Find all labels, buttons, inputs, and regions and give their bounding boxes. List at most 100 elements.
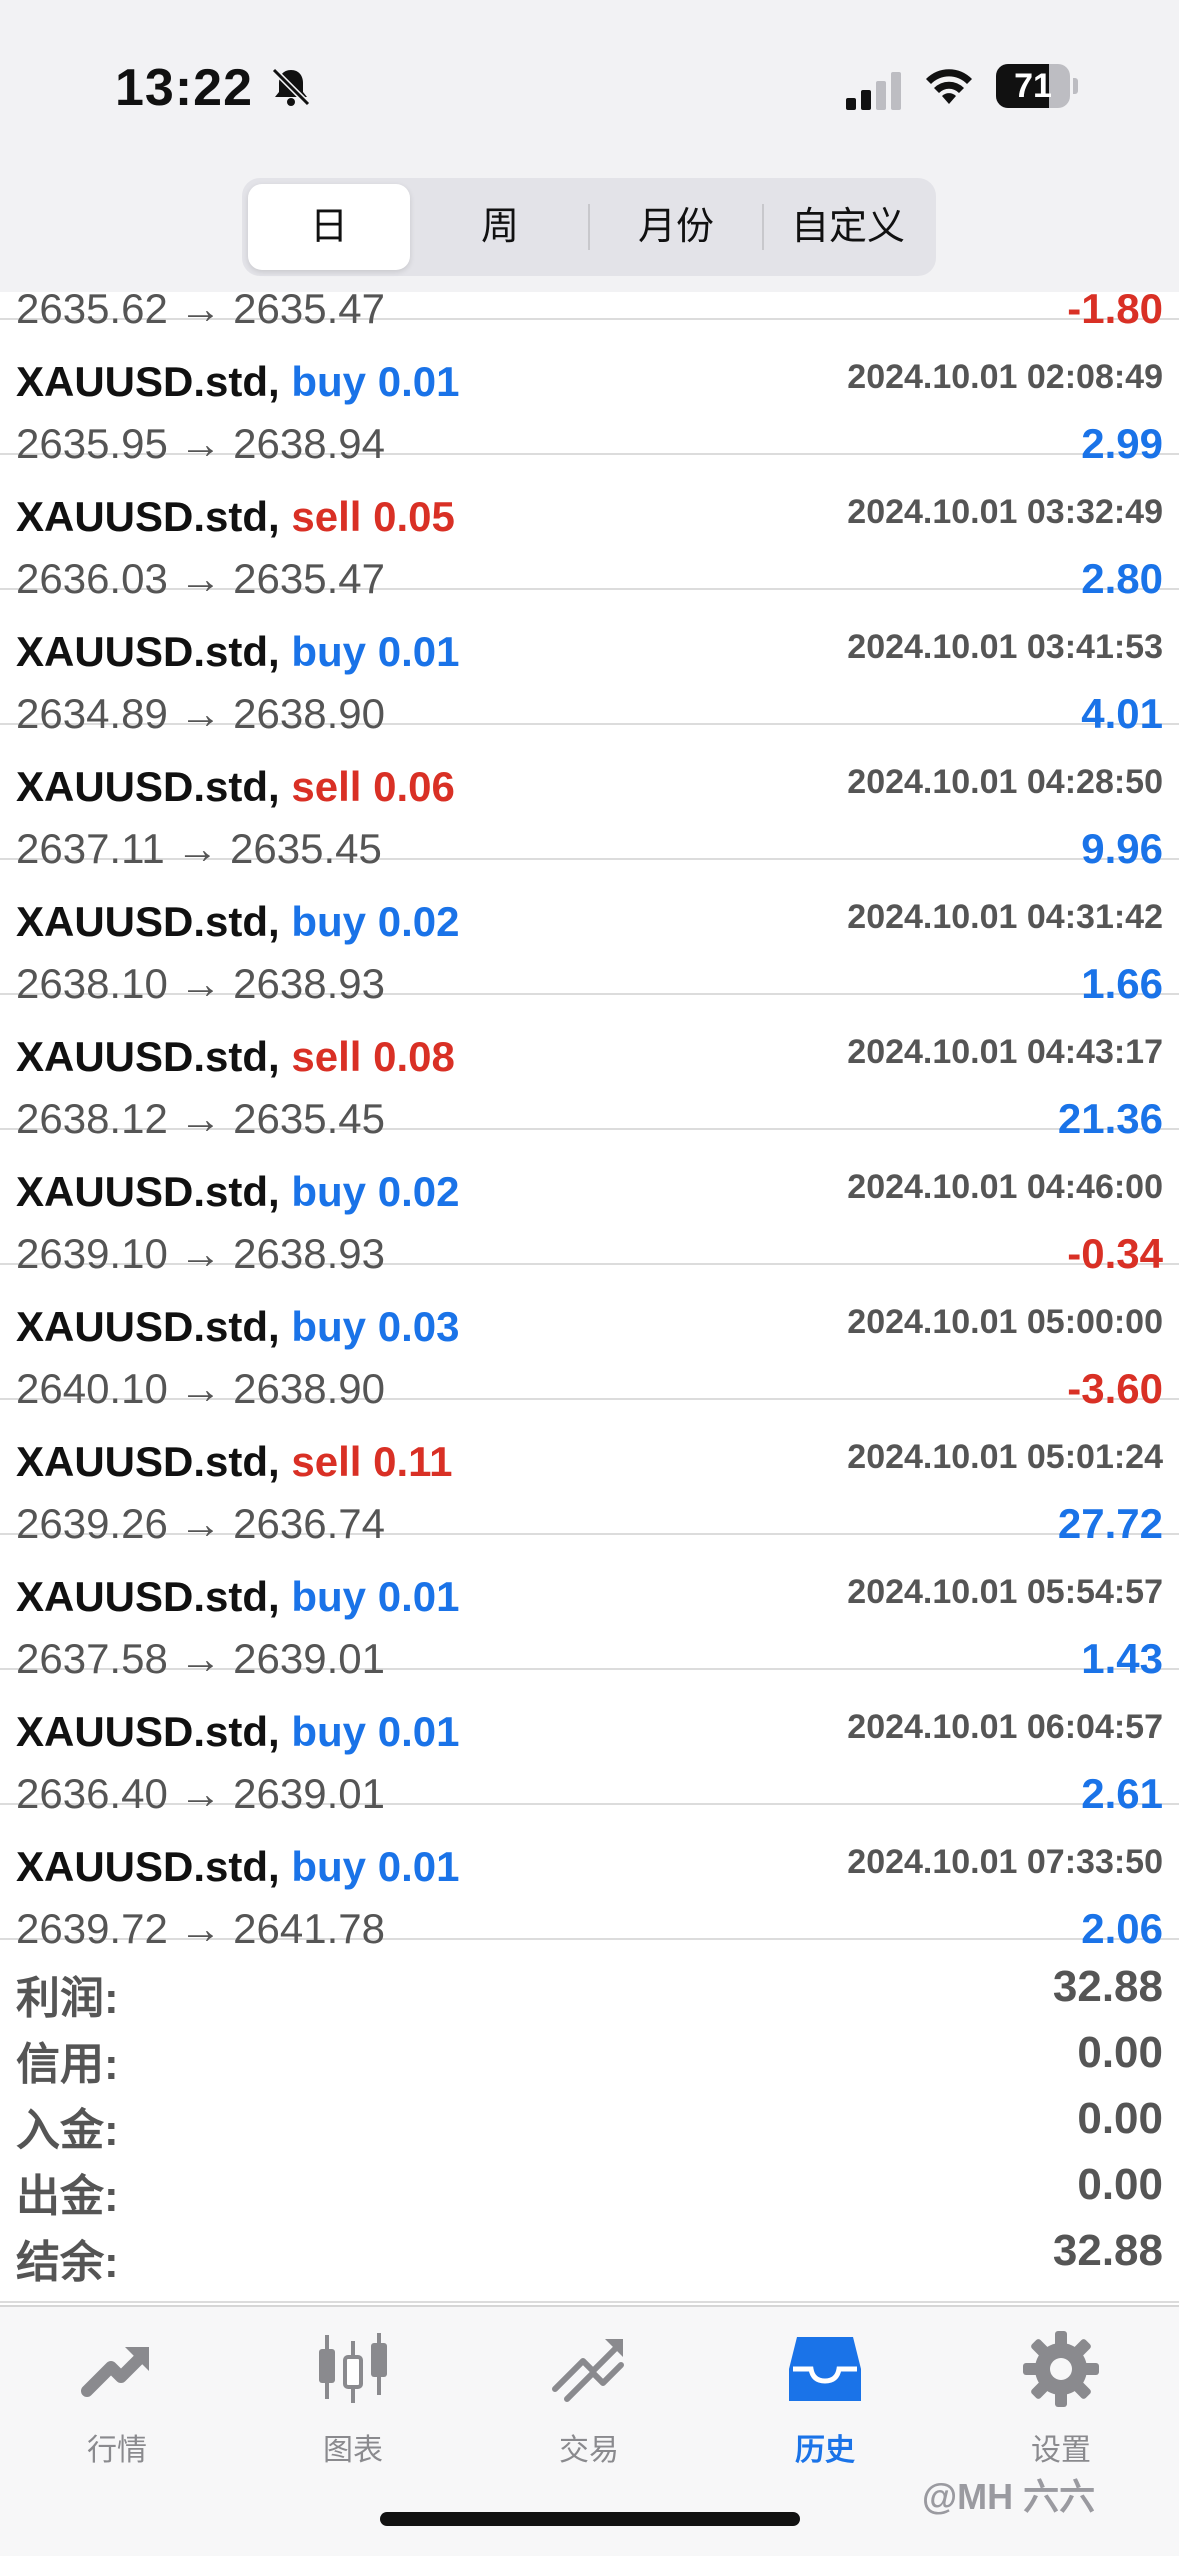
deal-direction: buy 0.02 (291, 1168, 460, 1215)
deal-symbol: XAUUSD.std, (16, 898, 280, 945)
deal-time: 2024.10.01 05:54:57 (847, 1573, 1163, 1611)
deal-direction: buy 0.01 (291, 1573, 460, 1620)
segment-day[interactable]: 日 (248, 184, 410, 270)
top-chrome: 13:22 71 日 周 月份 自定义 (0, 0, 1179, 292)
deal-symbol: XAUUSD.std, (16, 1033, 280, 1080)
list-item[interactable]: XAUUSD.std, sell 0.05 2024.10.01 03:32:4… (0, 455, 1179, 602)
list-item[interactable]: XAUUSD.std, buy 0.02 2024.10.01 04:46:00… (0, 1130, 1179, 1277)
battery-percent: 71 (1014, 67, 1052, 105)
summary-deposit: 入金: 0.00 (0, 2084, 1179, 2155)
deal-direction: buy 0.01 (291, 1843, 460, 1890)
summary-profit: 利润: 32.88 (0, 1952, 1179, 2023)
deal-time: 2024.10.01 04:31:42 (847, 898, 1163, 936)
deal-history-list: 2635.62 → 2635.47 -1.80 XAUUSD.std, buy … (0, 292, 1179, 1948)
tab-label: 交易 (559, 2434, 619, 2467)
deal-profit: 2.06 (1081, 1905, 1163, 1948)
segment-divider (588, 204, 590, 250)
segment-month[interactable]: 月份 (592, 184, 760, 270)
deal-direction: buy 0.01 (291, 358, 460, 405)
deal-time: 2024.10.01 03:32:49 (847, 493, 1163, 531)
battery-indicator: 71 (996, 64, 1078, 108)
chart-icon (319, 2333, 387, 2403)
list-item[interactable]: XAUUSD.std, buy 0.01 2024.10.01 07:33:50… (0, 1805, 1179, 1948)
deal-symbol: XAUUSD.std, (16, 1168, 280, 1215)
list-item[interactable]: XAUUSD.std, sell 0.06 2024.10.01 04:28:5… (0, 725, 1179, 872)
deal-time: 2024.10.01 07:33:50 (847, 1843, 1163, 1881)
watermark: @MH 六六 (922, 2476, 1096, 2517)
quotes-icon (81, 2347, 149, 2397)
tab-label: 历史 (795, 2434, 855, 2467)
summary-withdrawal: 出金: 0.00 (0, 2150, 1179, 2221)
list-item[interactable]: XAUUSD.std, buy 0.02 2024.10.01 04:31:42… (0, 860, 1179, 1007)
tab-settings[interactable]: 设置 (961, 2329, 1161, 2479)
summary-label: 信用: (16, 2040, 119, 2089)
list-item[interactable]: XAUUSD.std, sell 0.11 2024.10.01 05:01:2… (0, 1400, 1179, 1547)
summary-value: 0.00 (1077, 2028, 1163, 2077)
list-item[interactable]: XAUUSD.std, sell 0.08 2024.10.01 04:43:1… (0, 995, 1179, 1142)
deal-symbol: XAUUSD.std, (16, 358, 280, 405)
segment-week[interactable]: 周 (416, 184, 584, 270)
deal-direction: buy 0.02 (291, 898, 460, 945)
signal-icon (846, 72, 901, 110)
deal-symbol: XAUUSD.std, (16, 1708, 280, 1755)
list-item-partial[interactable]: 2635.62 → 2635.47 -1.80 (0, 292, 1179, 332)
trade-icon (552, 2339, 624, 2402)
home-indicator[interactable] (380, 2512, 800, 2526)
deal-direction: sell 0.11 (291, 1438, 453, 1485)
deal-time: 2024.10.01 06:04:57 (847, 1708, 1163, 1746)
status-time: 13:22 (115, 59, 253, 117)
deal-symbol: XAUUSD.std, (16, 1303, 280, 1350)
deal-direction: buy 0.03 (291, 1303, 460, 1350)
segment-divider (762, 204, 764, 250)
deal-symbol: XAUUSD.std, (16, 493, 280, 540)
settings-icon (1023, 2331, 1099, 2407)
list-item[interactable]: XAUUSD.std, buy 0.01 2024.10.01 03:41:53… (0, 590, 1179, 737)
deal-time: 2024.10.01 04:28:50 (847, 763, 1163, 801)
summary-value: 0.00 (1077, 2094, 1163, 2143)
tab-label: 设置 (1031, 2434, 1091, 2467)
bell-off-icon (271, 67, 311, 107)
tab-quotes[interactable]: 行情 (17, 2329, 217, 2479)
deal-time: 2024.10.01 04:46:00 (847, 1168, 1163, 1206)
deal-direction: sell 0.06 (291, 763, 455, 810)
deal-direction: buy 0.01 (291, 628, 460, 675)
summary-credit: 信用: 0.00 (0, 2018, 1179, 2089)
deal-direction: sell 0.05 (291, 493, 455, 540)
segment-custom[interactable]: 自定义 (766, 184, 930, 270)
deal-symbol: XAUUSD.std, (16, 1843, 280, 1890)
list-item[interactable]: XAUUSD.std, buy 0.01 2024.10.01 05:54:57… (0, 1535, 1179, 1682)
deal-time: 2024.10.01 05:00:00 (847, 1303, 1163, 1341)
deal-symbol: XAUUSD.std, (16, 1438, 280, 1485)
wifi-icon (926, 69, 972, 104)
deal-time: 2024.10.01 04:43:17 (847, 1033, 1163, 1071)
summary-panel: 利润: 32.88 信用: 0.00 入金: 0.00 出金: 0.00 结余:… (0, 1948, 1179, 2303)
deal-symbol: XAUUSD.std, (16, 628, 280, 675)
history-icon (789, 2337, 861, 2401)
deal-symbol: XAUUSD.std, (16, 1573, 280, 1620)
deal-time: 2024.10.01 05:01:24 (847, 1438, 1163, 1476)
tab-chart[interactable]: 图表 (253, 2329, 453, 2479)
period-segmented-control: 日 周 月份 自定义 (242, 178, 936, 276)
deal-direction: sell 0.08 (291, 1033, 455, 1080)
summary-balance: 结余: 32.88 (0, 2216, 1179, 2287)
summary-value: 0.00 (1077, 2160, 1163, 2209)
deal-time: 2024.10.01 03:41:53 (847, 628, 1163, 666)
deal-symbol: XAUUSD.std, (16, 763, 280, 810)
deal-prices: 2639.72 → 2641.78 (16, 1905, 385, 1948)
summary-label: 出金: (16, 2172, 119, 2221)
tab-trade[interactable]: 交易 (489, 2329, 689, 2479)
deal-time: 2024.10.01 02:08:49 (847, 358, 1163, 396)
tab-history[interactable]: 历史 (725, 2329, 925, 2479)
status-bar: 13:22 71 (0, 0, 1179, 160)
summary-label: 入金: (16, 2106, 119, 2155)
tab-label: 行情 (87, 2434, 147, 2467)
summary-value: 32.88 (1052, 1962, 1163, 2011)
tab-label: 图表 (323, 2434, 383, 2467)
summary-label: 利润: (16, 1974, 119, 2023)
summary-value: 32.88 (1052, 2226, 1163, 2275)
list-item[interactable]: XAUUSD.std, buy 0.01 2024.10.01 02:08:49… (0, 320, 1179, 467)
deal-direction: buy 0.01 (291, 1708, 460, 1755)
list-item[interactable]: XAUUSD.std, buy 0.03 2024.10.01 05:00:00… (0, 1265, 1179, 1412)
summary-label: 结余: (16, 2238, 119, 2287)
list-item[interactable]: XAUUSD.std, buy 0.01 2024.10.01 06:04:57… (0, 1670, 1179, 1817)
